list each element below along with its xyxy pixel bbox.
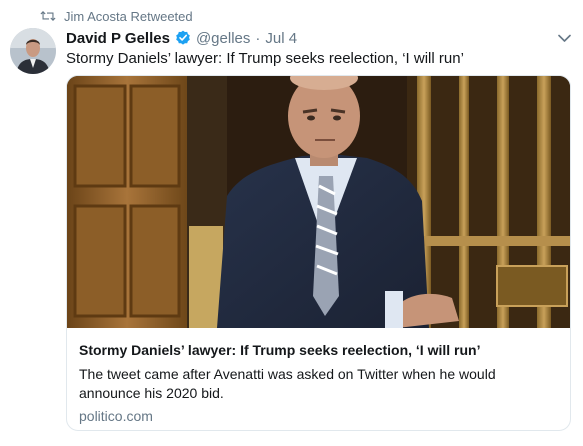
card-domain[interactable]: politico.com — [79, 408, 153, 424]
card-image[interactable] — [67, 76, 570, 328]
avatar[interactable] — [10, 28, 56, 74]
retweet-label[interactable]: Jim Acosta Retweeted — [64, 9, 193, 24]
tweet-date[interactable]: Jul 4 — [265, 30, 297, 47]
card-title[interactable]: Stormy Daniels’ lawyer: If Trump seeks r… — [79, 342, 480, 358]
chevron-down-icon[interactable] — [558, 30, 571, 48]
tweet-text: Stormy Daniels’ lawyer: If Trump seeks r… — [66, 50, 464, 67]
author-handle[interactable]: @gelles — [196, 30, 250, 47]
separator-dot: · — [255, 29, 261, 47]
verified-badge-icon — [175, 30, 191, 46]
tweet-header: David P Gelles @gelles · Jul 4 — [66, 28, 297, 48]
retweet-icon — [40, 10, 56, 22]
card-description: The tweet came after Avenatti was asked … — [79, 366, 496, 401]
author-name[interactable]: David P Gelles — [66, 30, 170, 47]
link-card[interactable]: Stormy Daniels’ lawyer: If Trump seeks r… — [66, 75, 571, 431]
retweet-context: Jim Acosta Retweeted — [40, 7, 193, 25]
